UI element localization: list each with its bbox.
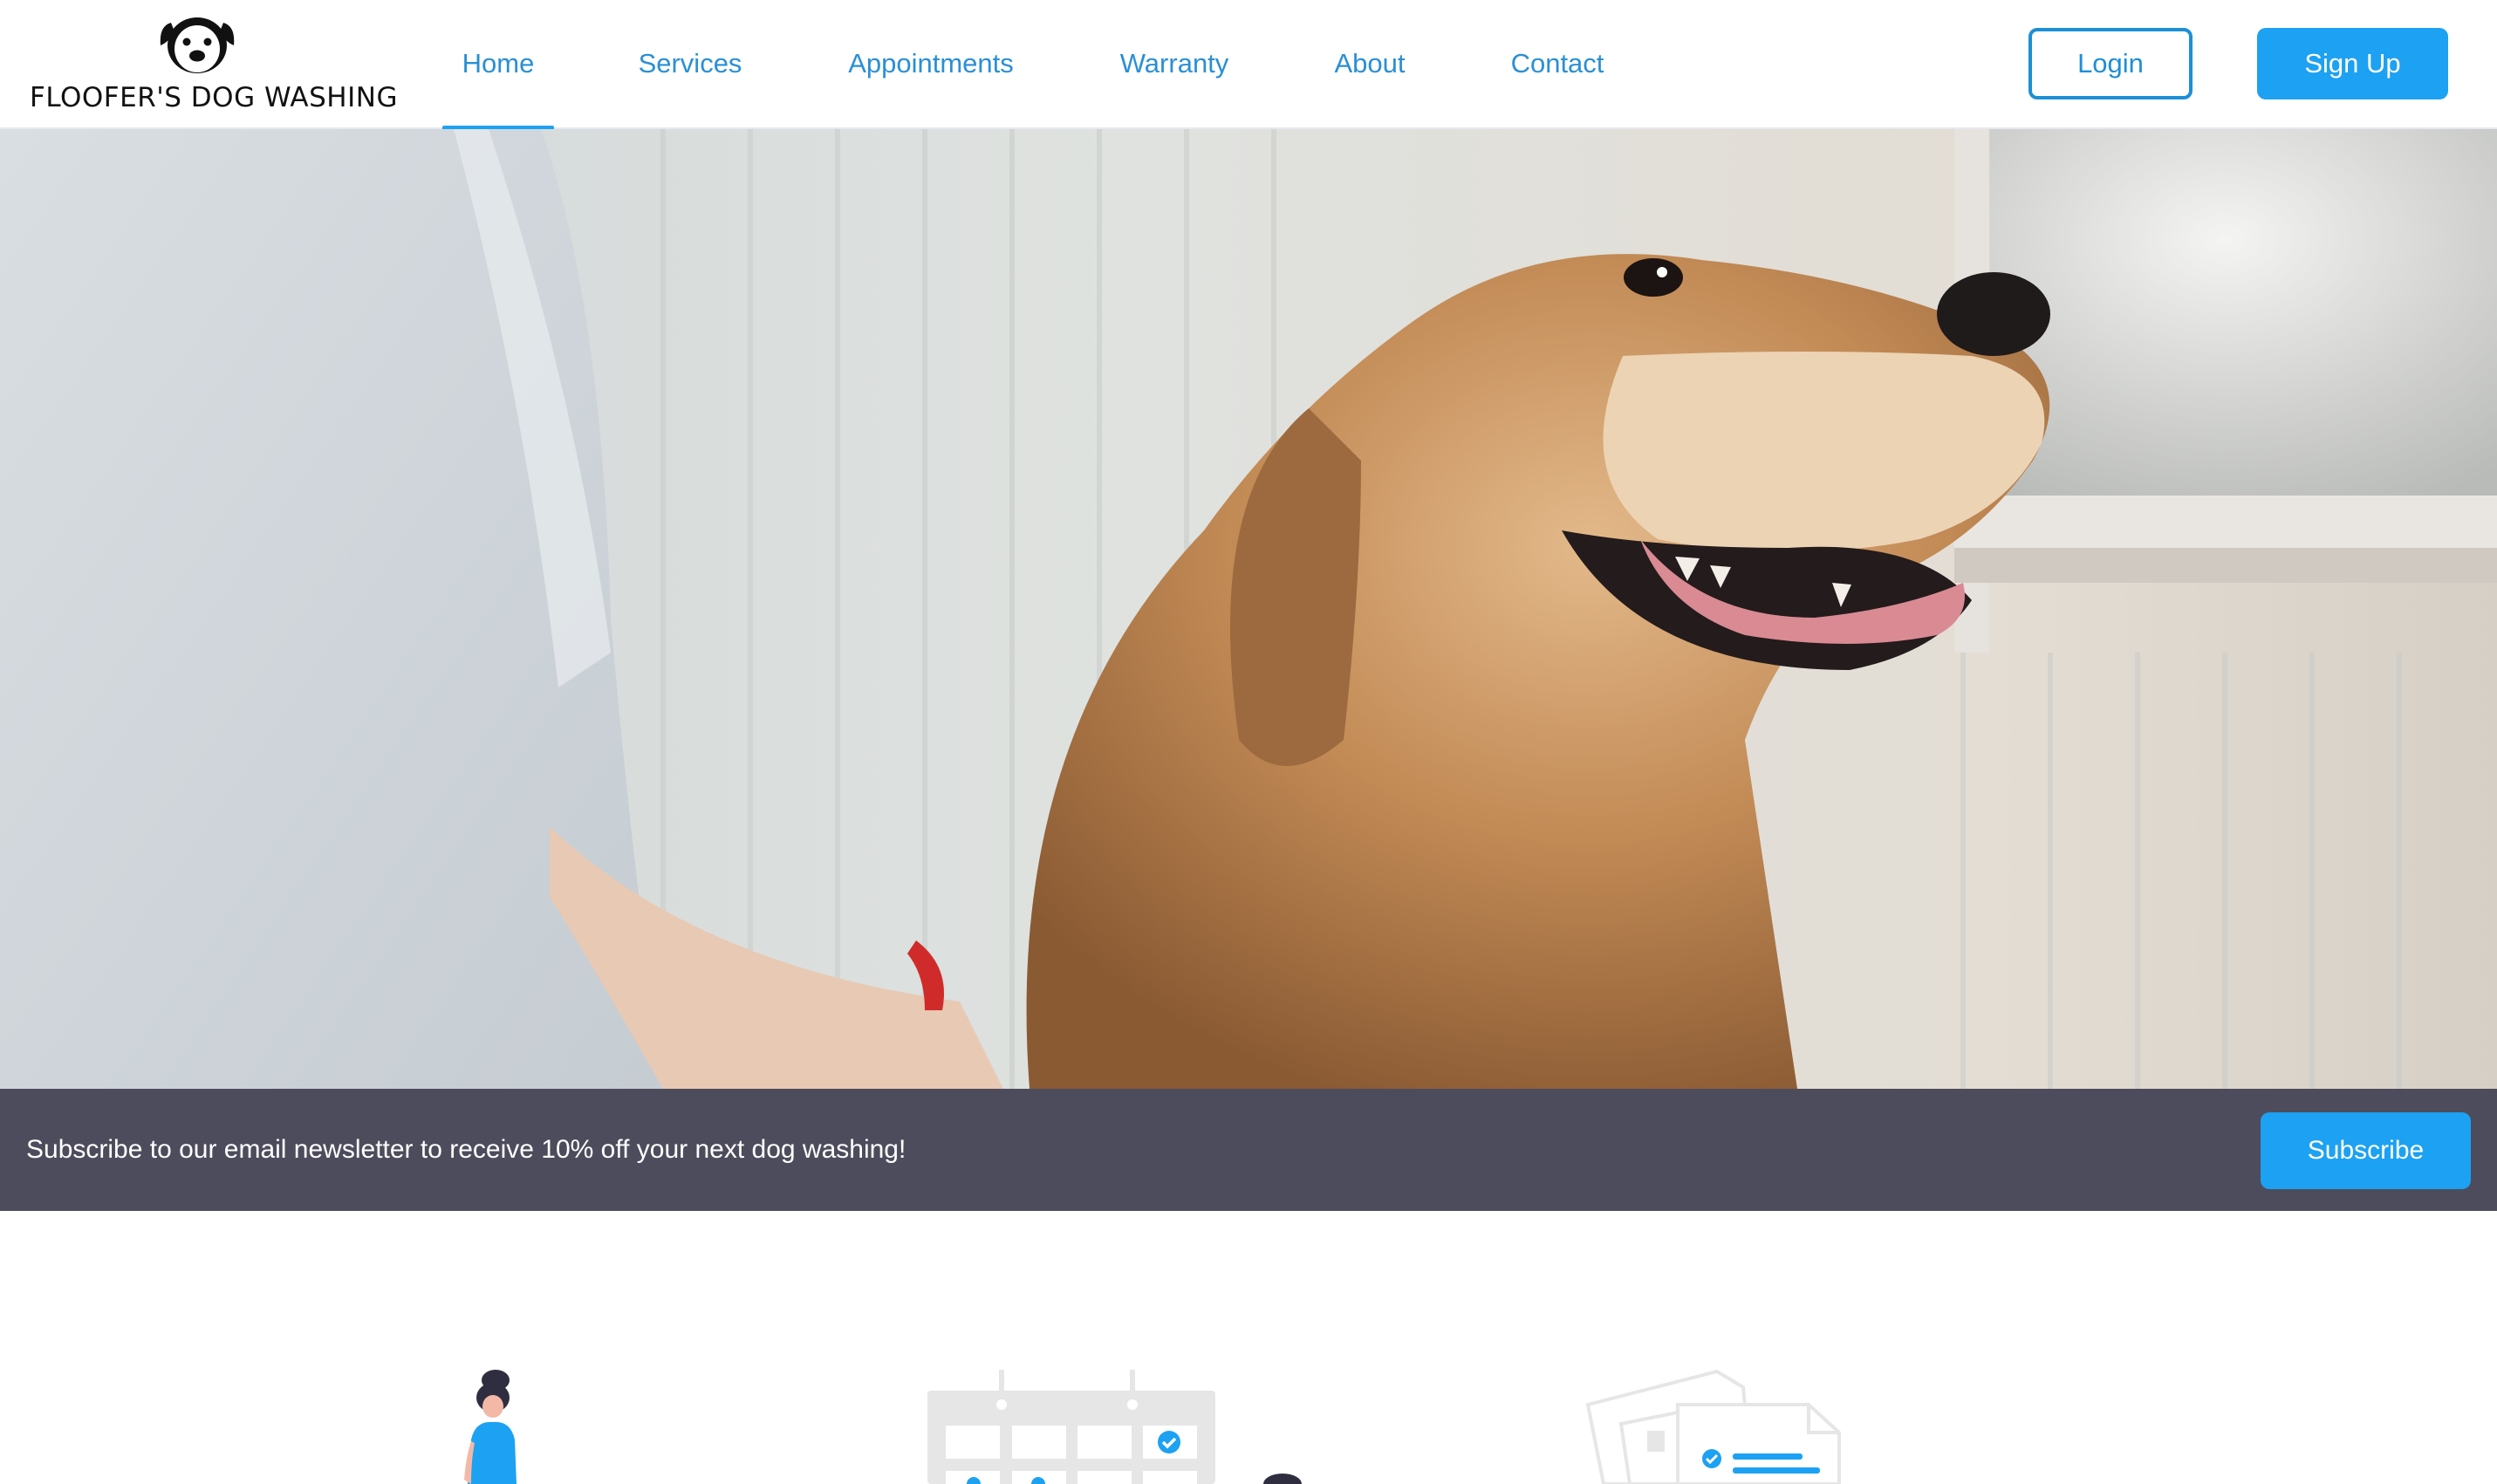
login-button[interactable]: Login <box>2028 28 2193 99</box>
nav-contact[interactable]: Contact <box>1502 0 1612 129</box>
newsletter-text: Subscribe to our email newsletter to rec… <box>26 1135 906 1164</box>
hero-image <box>0 129 2497 1089</box>
documents-illustration <box>1586 1370 1841 1484</box>
dog-face-icon <box>160 17 235 73</box>
person-illustration <box>464 1370 517 1484</box>
nav-appointments[interactable]: Appointments <box>839 0 1023 129</box>
brand-name: FLOOFER'S DOG WASHING <box>30 82 398 113</box>
hero-dog-photo <box>0 129 2497 1089</box>
brand-logo[interactable]: FLOOFER'S DOG WASHING <box>30 10 398 113</box>
nav-warranty[interactable]: Warranty <box>1116 0 1233 129</box>
newsletter-bar: Subscribe to our email newsletter to rec… <box>0 1089 2497 1211</box>
signup-button[interactable]: Sign Up <box>2257 28 2448 99</box>
nav-about[interactable]: About <box>1328 0 1412 129</box>
site-header: FLOOFER'S DOG WASHING Home Services Appo… <box>0 0 2497 131</box>
nav-services[interactable]: Services <box>630 0 750 129</box>
subscribe-button[interactable]: Subscribe <box>2261 1112 2471 1189</box>
nav-home[interactable]: Home <box>442 0 554 131</box>
calendar-illustration <box>927 1370 1302 1484</box>
feature-illustrations <box>0 1211 2497 1484</box>
